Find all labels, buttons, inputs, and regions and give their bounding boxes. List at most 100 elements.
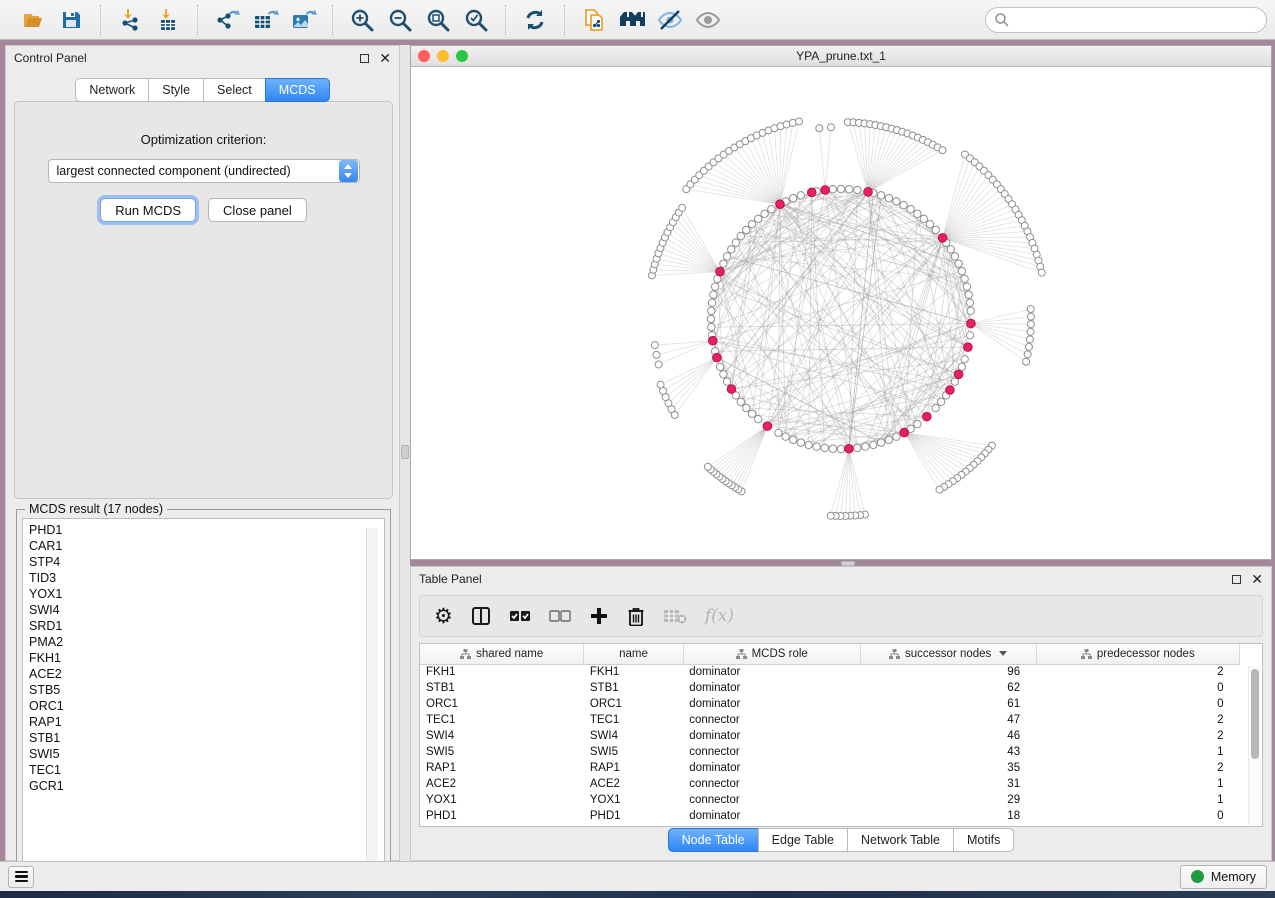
network-node[interactable]	[761, 210, 768, 217]
network-node[interactable]	[961, 275, 968, 282]
network-hub-node[interactable]	[900, 428, 909, 437]
network-hub-node[interactable]	[938, 234, 947, 243]
network-node[interactable]	[827, 124, 834, 131]
table-cell[interactable]: 61	[860, 696, 1036, 712]
network-node[interactable]	[716, 363, 723, 370]
network-node[interactable]	[720, 260, 727, 267]
memory-button[interactable]: Memory	[1180, 865, 1267, 889]
network-hub-node[interactable]	[807, 188, 816, 197]
table-cell[interactable]: 1	[1036, 792, 1239, 808]
mcds-list-scrollbar[interactable]	[366, 528, 378, 868]
network-node[interactable]	[936, 486, 943, 493]
network-hub-node[interactable]	[964, 343, 973, 352]
network-node[interactable]	[782, 433, 789, 440]
table-row[interactable]: STB1STB1dominator620	[420, 680, 1240, 696]
table-cell[interactable]: TEC1	[584, 712, 683, 728]
network-node[interactable]	[743, 226, 750, 233]
table-row[interactable]: RAP1RAP1dominator352	[420, 760, 1240, 776]
window-minimize-button[interactable]	[437, 50, 449, 62]
table-cell[interactable]: 31	[860, 776, 1036, 792]
close-panel-button[interactable]: Close panel	[208, 198, 307, 222]
network-node[interactable]	[1027, 328, 1034, 335]
zoom-selected-icon[interactable]	[459, 4, 493, 36]
network-node[interactable]	[708, 307, 715, 314]
open-file-icon[interactable]	[16, 4, 50, 36]
network-node[interactable]	[723, 253, 730, 260]
network-node[interactable]	[837, 445, 844, 452]
network-node[interactable]	[707, 315, 714, 322]
table-cell[interactable]: dominator	[683, 728, 860, 744]
table-cell[interactable]: SWI4	[420, 728, 584, 744]
zoom-out-icon[interactable]	[383, 4, 417, 36]
network-node[interactable]	[947, 246, 954, 253]
network-node[interactable]	[797, 439, 804, 446]
export-network-icon[interactable]	[210, 4, 244, 36]
network-node[interactable]	[805, 441, 812, 448]
window-zoom-button[interactable]	[456, 50, 468, 62]
table-cell[interactable]: 29	[860, 792, 1036, 808]
network-node[interactable]	[723, 378, 730, 385]
network-node[interactable]	[754, 215, 761, 222]
network-node[interactable]	[1024, 351, 1031, 358]
table-cell[interactable]: ORC1	[584, 696, 683, 712]
tab-motifs[interactable]: Motifs	[953, 828, 1014, 852]
table-cell[interactable]: dominator	[683, 696, 860, 712]
network-node[interactable]	[797, 192, 804, 199]
table-cell[interactable]: RAP1	[420, 760, 584, 776]
table-cell[interactable]: ACE2	[420, 776, 584, 792]
table-cell[interactable]: SWI4	[584, 728, 683, 744]
network-node[interactable]	[926, 221, 933, 228]
network-node[interactable]	[651, 342, 658, 349]
table-cell[interactable]: 0	[1036, 696, 1239, 712]
network-node[interactable]	[1025, 343, 1032, 350]
refresh-layout-icon[interactable]	[518, 4, 552, 36]
network-node[interactable]	[748, 221, 755, 228]
network-node[interactable]	[775, 429, 782, 436]
network-node[interactable]	[711, 283, 718, 290]
table-cell[interactable]: 46	[860, 728, 1036, 744]
float-window-icon[interactable]	[1232, 575, 1241, 584]
network-node[interactable]	[743, 404, 750, 411]
table-cell[interactable]: PHD1	[420, 808, 584, 824]
table-cell[interactable]: FKH1	[420, 664, 584, 680]
table-cell[interactable]: connector	[683, 744, 860, 760]
table-cell[interactable]: 43	[860, 744, 1036, 760]
network-hub-node[interactable]	[776, 200, 785, 209]
network-node[interactable]	[737, 398, 744, 405]
tab-select[interactable]: Select	[203, 78, 266, 102]
network-node[interactable]	[748, 410, 755, 417]
network-node[interactable]	[737, 232, 744, 239]
network-node[interactable]	[877, 439, 884, 446]
network-node[interactable]	[951, 378, 958, 385]
network-node[interactable]	[845, 186, 852, 193]
table-cell[interactable]: 1	[1036, 776, 1239, 792]
float-window-icon[interactable]	[360, 54, 369, 63]
table-cell[interactable]: ORC1	[420, 696, 584, 712]
network-node[interactable]	[893, 198, 900, 205]
deselect-all-icon[interactable]	[549, 602, 571, 630]
table-cell[interactable]: 0	[1036, 680, 1239, 696]
table-row[interactable]: TEC1TEC1connector472	[420, 712, 1240, 728]
table-row[interactable]: ACE2ACE2connector311	[420, 776, 1240, 792]
network-node[interactable]	[789, 194, 796, 201]
network-node[interactable]	[710, 291, 717, 298]
network-hub-node[interactable]	[946, 386, 955, 395]
table-cell[interactable]: 96	[860, 664, 1036, 680]
network-node[interactable]	[1027, 313, 1034, 320]
table-cell[interactable]: FKH1	[584, 664, 683, 680]
table-scrollbar[interactable]	[1248, 666, 1261, 825]
network-node[interactable]	[829, 186, 836, 193]
network-hub-node[interactable]	[763, 422, 772, 431]
network-node[interactable]	[1023, 358, 1030, 365]
network-node[interactable]	[854, 186, 861, 193]
vertical-splitter[interactable]	[400, 45, 410, 861]
column-header-predecessor-nodes[interactable]: predecessor nodes	[1036, 644, 1239, 664]
table-cell[interactable]: 2	[1036, 712, 1239, 728]
network-hub-node[interactable]	[954, 370, 963, 379]
network-node[interactable]	[704, 463, 711, 470]
network-hub-node[interactable]	[967, 319, 976, 328]
table-cell[interactable]: dominator	[683, 760, 860, 776]
export-table-icon[interactable]	[248, 4, 282, 36]
table-scrollbar-thumb[interactable]	[1251, 669, 1259, 759]
network-node[interactable]	[951, 253, 958, 260]
